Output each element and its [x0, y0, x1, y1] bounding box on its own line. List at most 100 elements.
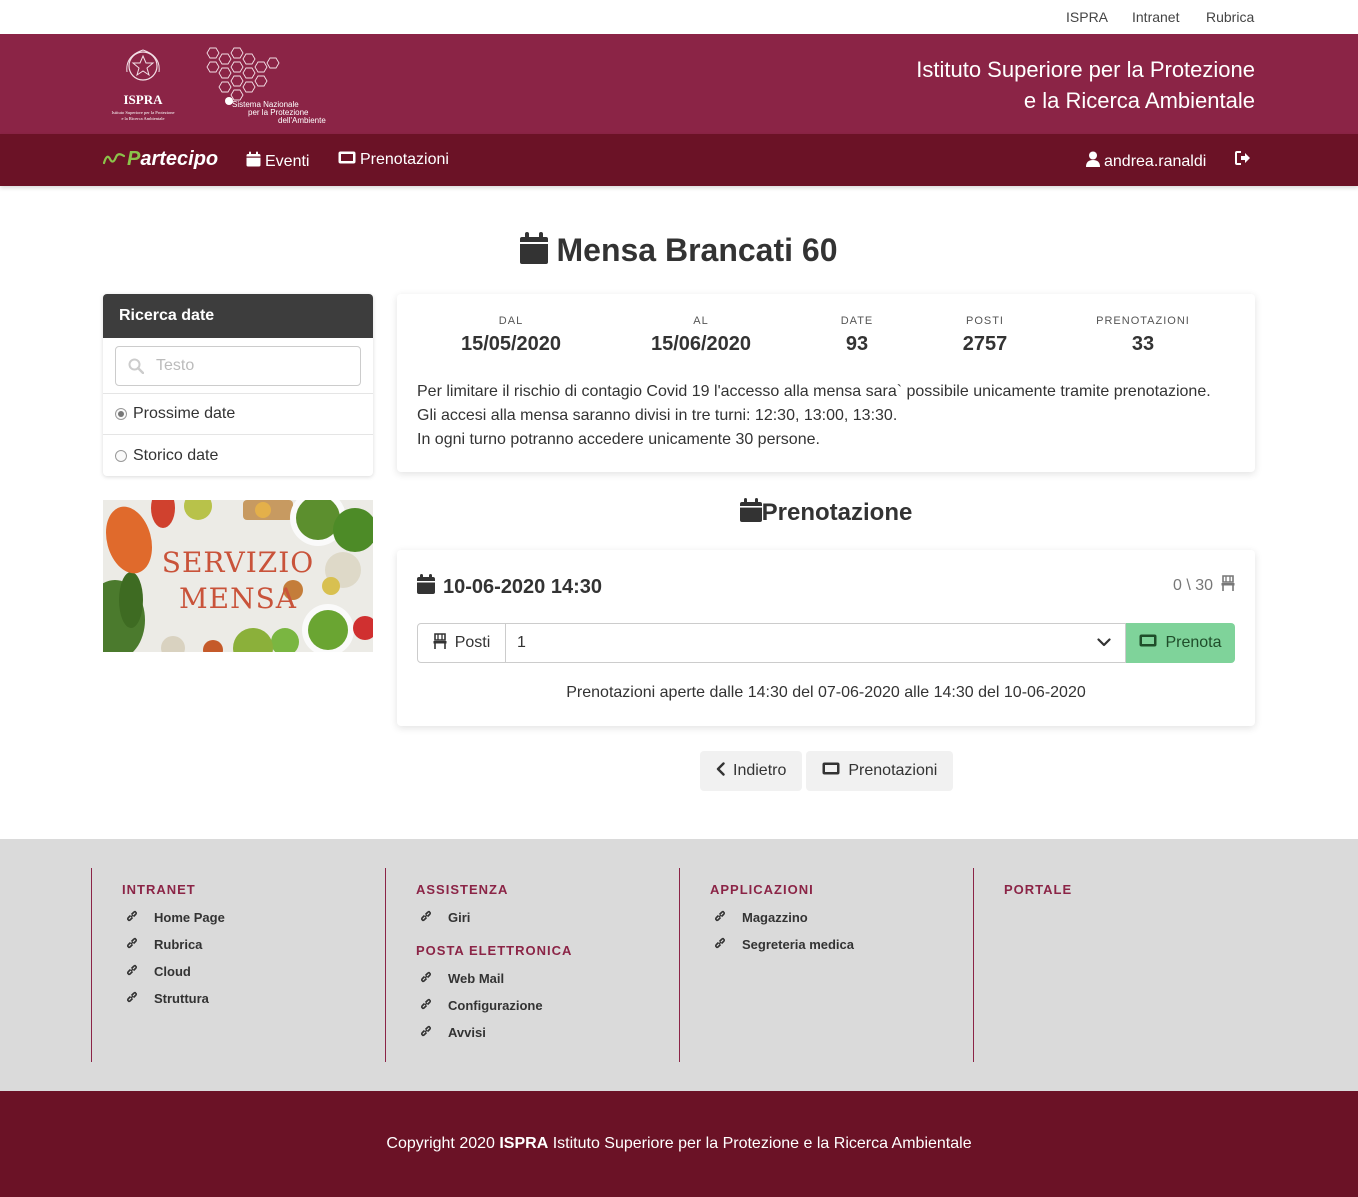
top-link-intranet[interactable]: Intranet [1132, 9, 1179, 25]
snpa-logo[interactable]: Sistema Nazionale per la Protezione dell… [200, 44, 326, 125]
footer-link-segreteria-medica[interactable]: Segreteria medica [710, 937, 854, 952]
option-prossime-date[interactable]: Prossime date [103, 394, 373, 435]
radio-prossime-date[interactable] [115, 408, 127, 420]
prenotazioni-button-label: Prenotazioni [848, 762, 938, 779]
stat-posti: POSTI 2757 [963, 315, 1008, 356]
prenotazioni-button[interactable]: Prenotazioni [806, 751, 954, 791]
footer-link-avvisi[interactable]: Avvisi [416, 1025, 572, 1040]
top-link-rubrica[interactable]: Rubrica [1206, 9, 1254, 25]
calendar-icon [739, 498, 762, 529]
header-banner: ISPRA Istituto Superiore per la Protezio… [0, 34, 1358, 134]
stat-prenotazioni: PRENOTAZIONI 33 [1096, 315, 1190, 356]
stat-prenotazioni-label: PRENOTAZIONI [1096, 315, 1190, 327]
footer-link-label: Web Mail [448, 971, 505, 986]
footer-link-home-page[interactable]: Home Page [122, 910, 225, 925]
nav-prenotazioni-label: Prenotazioni [360, 151, 449, 168]
svg-text:MENSA: MENSA [179, 582, 297, 615]
stat-al: AL 15/06/2020 [651, 315, 751, 356]
footer-link-label: Configurazione [448, 998, 543, 1013]
brand-swirl-icon [102, 149, 126, 170]
footer-link-rubrica[interactable]: Rubrica [122, 937, 225, 952]
posti-label: Posti [454, 634, 491, 651]
chevron-left-icon [716, 761, 725, 781]
slot-date-text: 10-06-2020 14:30 [443, 575, 603, 598]
brand-partecipo[interactable]: Partecipo [102, 148, 219, 171]
brand-prefix: P [127, 148, 141, 170]
prenotazione-heading: Prenotazione [397, 498, 1255, 529]
footer-heading-applicazioni: APPLICAZIONI [710, 882, 814, 897]
institute-title-line2: e la Ricerca Ambientale [1023, 88, 1255, 113]
footer-col-intranet: INTRANET Home Page Rubrica Cloud Struttu… [91, 868, 225, 1062]
stat-dal-label: DAL [498, 315, 524, 327]
option-storico-date-label: Storico date [133, 446, 219, 464]
posti-addon: Posti [417, 623, 506, 663]
info-line: Gli accesi alla mensa saranno divisi in … [417, 407, 898, 424]
ticket-icon [1139, 634, 1157, 652]
info-description: Per limitare il rischio di contagio Covi… [417, 380, 1211, 452]
calendar-icon [520, 232, 549, 272]
footer-heading-posta: POSTA ELETTRONICA [416, 943, 573, 958]
option-prossime-date-label: Prossime date [133, 405, 236, 422]
footer-link-cloud[interactable]: Cloud [122, 964, 225, 979]
copyright-prefix: Copyright 2020 [386, 1135, 500, 1152]
ticket-icon [822, 762, 840, 780]
ispra-logo[interactable]: ISPRA Istituto Superiore per la Protezio… [103, 44, 185, 124]
footer-link-magazzino[interactable]: Magazzino [710, 910, 854, 925]
footer-col-applicazioni: APPLICAZIONI Magazzino Segreteria medica [679, 868, 854, 1062]
page-title: Mensa Brancati 60 [0, 232, 1358, 272]
top-link-ispra[interactable]: ISPRA [1066, 9, 1108, 25]
institute-title: Istituto Superiore per la Protezione e l… [916, 54, 1255, 116]
footer-link-configurazione[interactable]: Configurazione [416, 998, 572, 1013]
nav-eventi[interactable]: Eventi [246, 151, 309, 172]
link-icon [714, 910, 726, 925]
copyright-brand: ISPRA [499, 1135, 549, 1152]
footer-link-web-mail[interactable]: Web Mail [416, 971, 572, 986]
logout-button[interactable] [1235, 151, 1251, 170]
chair-icon [433, 632, 447, 654]
option-storico-date[interactable]: Storico date [103, 435, 373, 476]
link-icon [420, 910, 432, 925]
stat-prenotazioni-value: 33 [1131, 333, 1155, 355]
search-input[interactable] [116, 347, 360, 385]
footer-col-portale: PORTALE [973, 868, 1072, 1062]
chair-icon [1221, 575, 1235, 596]
brand-rest: artecipo [140, 148, 219, 170]
nav-eventi-label: Eventi [265, 152, 310, 170]
stat-al-value: 15/06/2020 [650, 333, 752, 355]
link-icon [420, 1025, 432, 1040]
footer-link-label: Magazzino [742, 910, 808, 925]
copyright-bar: Copyright 2020 ISPRA Istituto Superiore … [0, 1091, 1358, 1197]
svg-text:dell'Ambiente: dell'Ambiente [278, 116, 326, 124]
footer-link-label: Segreteria medica [742, 937, 855, 952]
search-wrapper [103, 338, 373, 394]
stat-al-label: AL [693, 315, 709, 327]
footer-link-struttura[interactable]: Struttura [122, 991, 225, 1006]
footer-link-label: Cloud [154, 964, 191, 979]
calendar-icon [246, 151, 261, 172]
back-button[interactable]: Indietro [700, 751, 803, 791]
mensa-info-card: DAL 15/05/2020 AL 15/06/2020 DATE 93 POS… [397, 294, 1255, 472]
nav-user-label: andrea.ranaldi [1104, 152, 1207, 170]
nav-prenotazioni[interactable]: Prenotazioni [338, 151, 449, 169]
prenota-button[interactable]: Prenota [1126, 623, 1235, 663]
search-icon [128, 358, 145, 379]
link-icon [420, 971, 432, 986]
slot-capacity: 0 \ 30 [1173, 575, 1235, 596]
nav-user[interactable]: andrea.ranaldi [1086, 151, 1206, 172]
footer-link-label: Struttura [154, 991, 209, 1006]
link-icon [126, 937, 138, 952]
radio-storico-date[interactable] [115, 449, 127, 462]
link-icon [714, 937, 726, 952]
svg-text:ISPRA: ISPRA [123, 92, 163, 107]
posti-select[interactable]: 1 [506, 623, 1126, 663]
action-buttons: Indietro Prenotazioni [700, 751, 954, 791]
footer-link-label: Home Page [154, 910, 225, 925]
info-line: In ogni turno potranno accedere unicamen… [417, 431, 820, 448]
site-footer: INTRANET Home Page Rubrica Cloud Struttu… [0, 839, 1358, 1091]
page-title-text: Mensa Brancati 60 [556, 232, 838, 268]
link-icon [420, 998, 432, 1013]
prenotazione-heading-text: Prenotazione [761, 499, 913, 526]
stat-posti-label: POSTI [965, 315, 1004, 327]
footer-link-giri[interactable]: Giri [416, 910, 572, 925]
calendar-icon [417, 574, 435, 600]
